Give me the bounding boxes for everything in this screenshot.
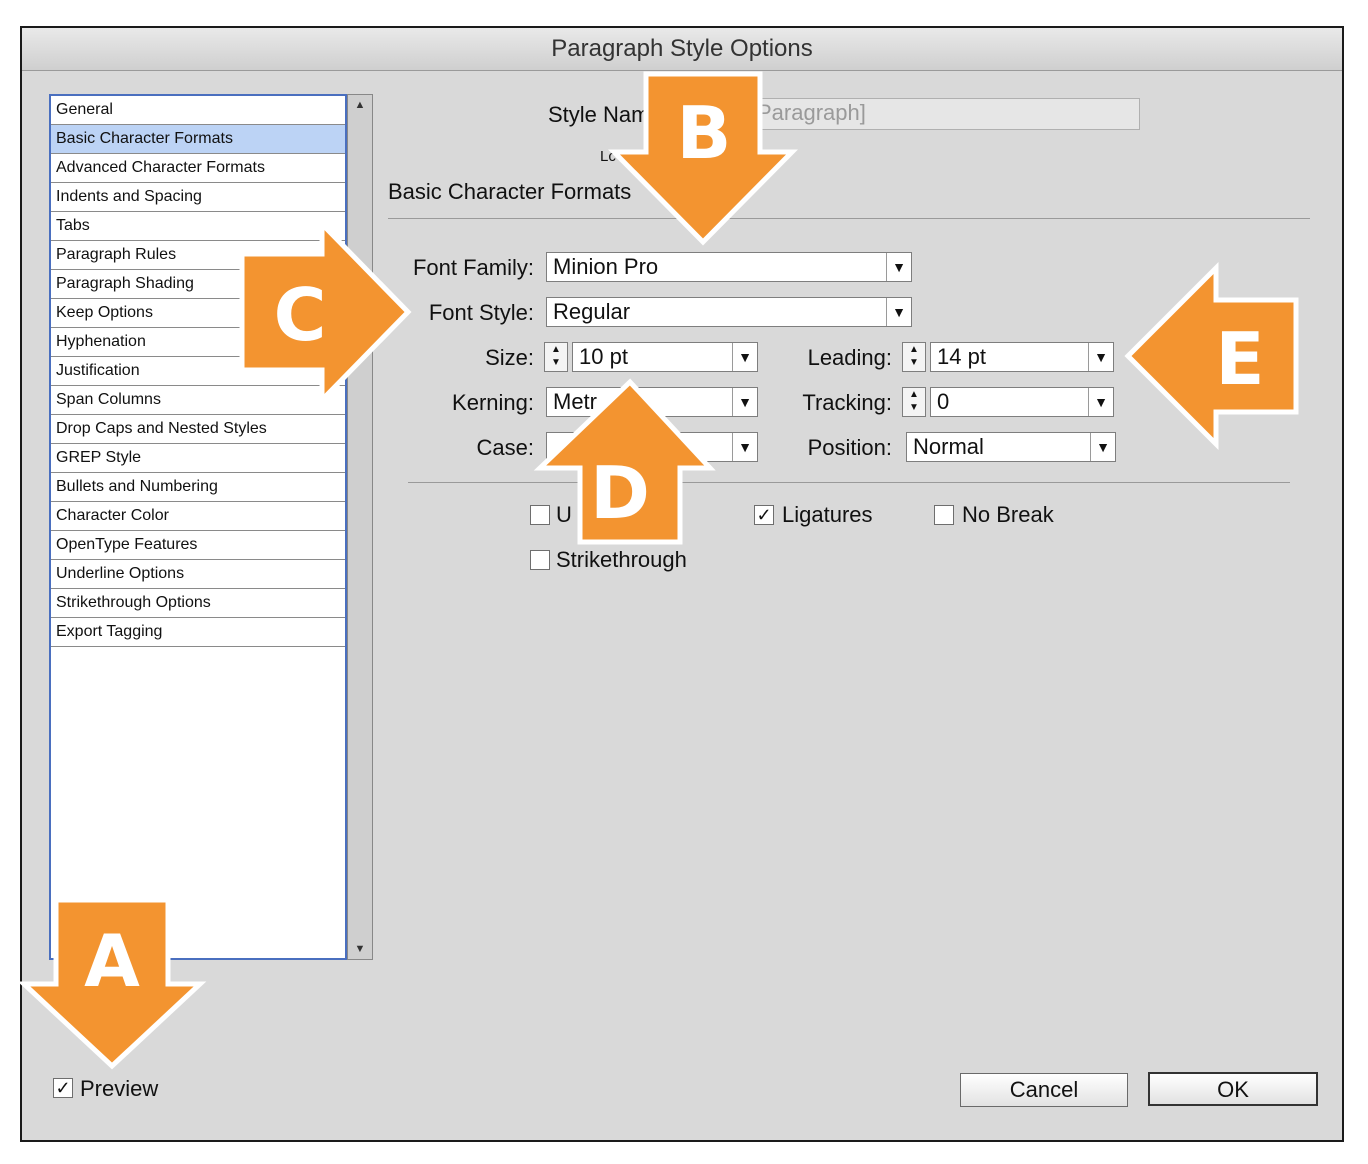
callout-b-label: B	[677, 91, 732, 175]
callout-overlay: B C E D A	[17, 71, 1299, 1070]
callout-e-arrow	[1124, 261, 1299, 451]
callout-a-label: A	[84, 919, 140, 1003]
callout-d-label: D	[590, 451, 650, 535]
callout-e-label: E	[1215, 317, 1264, 401]
callout-c-label: C	[274, 273, 327, 357]
